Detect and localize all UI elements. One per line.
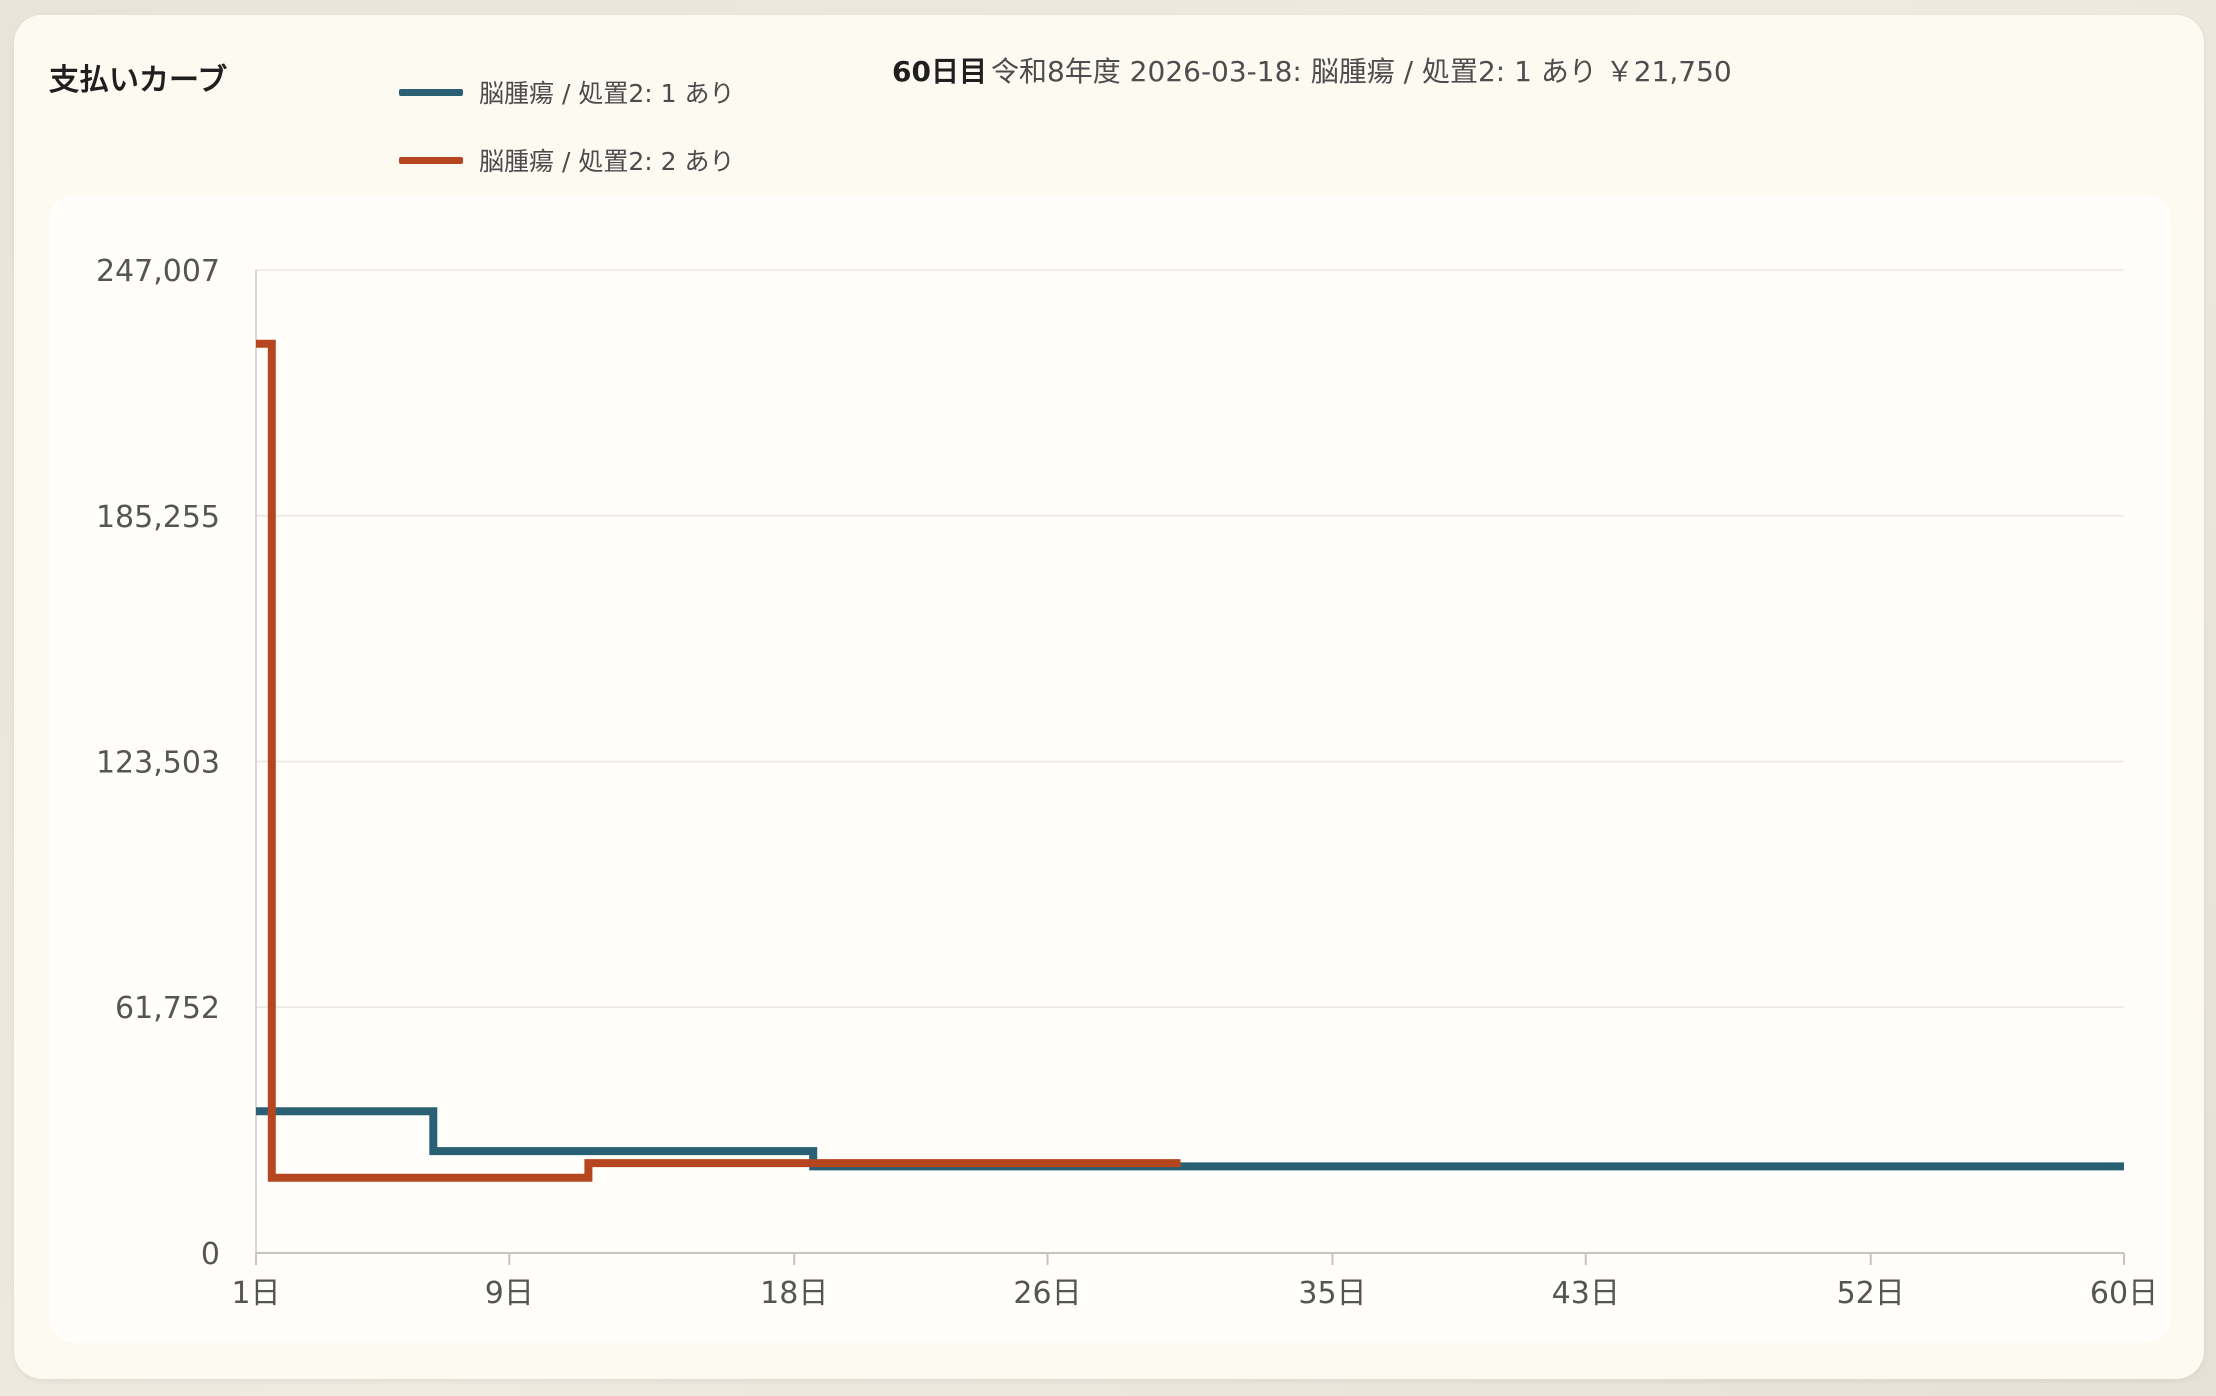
y-tick-label: 61,752 — [115, 991, 220, 1026]
grid-layer — [256, 269, 2124, 1008]
hover-readout: 60日目 令和8年度 2026-03-18: 脳腫瘍 / 処置2: 1 あり ￥2… — [892, 50, 1732, 90]
legend-swatch-series-2 — [399, 156, 463, 164]
hover-detail: 令和8年度 2026-03-18: 脳腫瘍 / 処置2: 1 あり ￥21,75… — [990, 55, 1732, 88]
x-tick-label: 9日 — [485, 1276, 534, 1311]
series-line-2 — [256, 339, 1181, 1182]
legend-label-series-2: 脳腫瘍 / 処置2: 2 あり — [479, 147, 735, 176]
chart-card: 支払いカーブ 脳腫瘍 / 処置2: 1 あり 脳腫瘍 / 処置2: 2 あり 6… — [14, 15, 2204, 1379]
legend-swatch-series-1 — [399, 88, 463, 96]
chart-svg[interactable]: 0 61,752 123,503 185,255 247,007 1日 9日 18日 26日 35… — [49, 195, 2171, 1343]
x-tick-label: 52日 — [1837, 1276, 1905, 1311]
legend-label-series-1: 脳腫瘍 / 処置2: 1 あり — [479, 79, 735, 108]
y-tick-label: 123,503 — [96, 746, 220, 781]
x-tick-label: 43日 — [1552, 1276, 1620, 1311]
axis-layer: 0 61,752 123,503 185,255 247,007 1日 9日 18日 26日 35… — [96, 254, 2158, 1311]
x-tick-label: 1日 — [231, 1276, 280, 1311]
x-tick-label: 60日 — [2090, 1276, 2158, 1311]
x-tick-label: 35日 — [1298, 1276, 1366, 1311]
x-tick-label: 18日 — [760, 1276, 828, 1311]
series-layer — [256, 339, 2124, 1182]
y-tick-label: 185,255 — [96, 500, 220, 535]
x-tick-label: 26日 — [1013, 1276, 1081, 1311]
series-line-1 — [256, 1107, 2124, 1171]
legend-item-series-1[interactable]: 脳腫瘍 / 処置2: 1 あり — [399, 72, 734, 112]
chart-title: 支払いカーブ — [49, 63, 228, 98]
y-tick-label: 247,007 — [96, 254, 220, 289]
legend-item-series-2[interactable]: 脳腫瘍 / 処置2: 2 あり — [399, 140, 734, 180]
y-tick-label: 0 — [201, 1237, 220, 1272]
hover-day-label: 60日目 — [892, 55, 987, 88]
plot-area[interactable]: 0 61,752 123,503 185,255 247,007 1日 9日 18日 26日 35… — [49, 195, 2171, 1343]
